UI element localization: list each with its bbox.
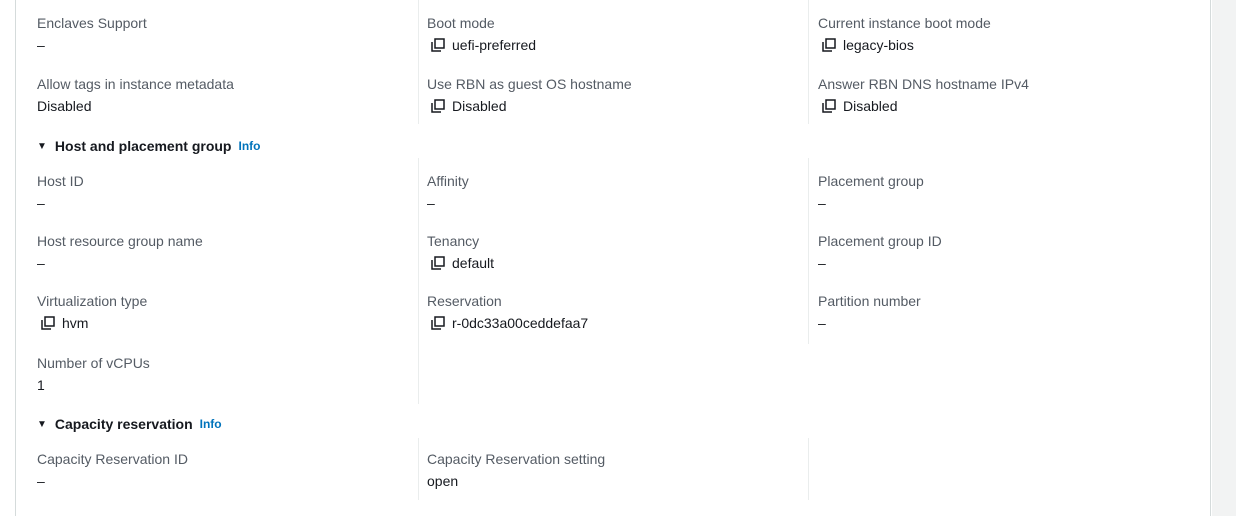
value-text: hvm bbox=[62, 315, 89, 331]
value-text: r-0dc33a00ceddefaa7 bbox=[452, 315, 589, 331]
field-value: – bbox=[37, 36, 407, 54]
value-text: default bbox=[452, 255, 495, 271]
placement-group-field: Placement group – bbox=[818, 172, 1188, 212]
column-divider bbox=[808, 158, 809, 344]
page-gutter bbox=[1212, 0, 1236, 516]
host-id-field: Host ID – bbox=[37, 172, 407, 212]
field-value: Disabled bbox=[427, 97, 797, 115]
host-placement-section-header[interactable]: ▼ Host and placement group Info bbox=[37, 138, 260, 154]
field-value: default bbox=[427, 254, 797, 272]
current-boot-mode-field: Current instance boot mode legacy-bios bbox=[818, 14, 1188, 54]
value-text: legacy-bios bbox=[843, 37, 914, 53]
value-text: – bbox=[37, 473, 45, 489]
field-label: Placement group ID bbox=[818, 233, 942, 249]
field-value: legacy-bios bbox=[818, 36, 1188, 54]
value-text: 1 bbox=[37, 377, 45, 393]
caret-down-icon[interactable]: ▼ bbox=[37, 419, 47, 430]
value-text: – bbox=[37, 255, 45, 271]
answer-rbn-field: Answer RBN DNS hostname IPv4 Disabled bbox=[818, 75, 1188, 115]
field-value: – bbox=[818, 254, 1188, 272]
field-value: open bbox=[427, 472, 797, 490]
field-label: Host ID bbox=[37, 173, 84, 189]
field-value: Disabled bbox=[818, 97, 1188, 115]
field-value: r-0dc33a00ceddefaa7 bbox=[427, 314, 797, 332]
copy-icon[interactable] bbox=[822, 99, 836, 113]
field-value: hvm bbox=[37, 314, 407, 332]
field-value: – bbox=[37, 194, 407, 212]
field-value: – bbox=[37, 472, 407, 490]
vcpus-field: Number of vCPUs 1 bbox=[37, 354, 407, 394]
affinity-field: Affinity – bbox=[427, 172, 797, 212]
partition-number-field: Partition number – bbox=[818, 292, 1188, 332]
copy-icon[interactable] bbox=[431, 99, 445, 113]
copy-icon[interactable] bbox=[431, 316, 445, 330]
virtualization-type-field: Virtualization type hvm bbox=[37, 292, 407, 332]
capacity-reservation-section-header[interactable]: ▼ Capacity reservation Info bbox=[37, 416, 222, 432]
capacity-reservation-id-field: Capacity Reservation ID – bbox=[37, 450, 407, 490]
copy-icon[interactable] bbox=[431, 38, 445, 52]
field-label: Allow tags in instance metadata bbox=[37, 76, 234, 92]
tenancy-field: Tenancy default bbox=[427, 232, 797, 272]
reservation-field: Reservation r-0dc33a00ceddefaa7 bbox=[427, 292, 797, 332]
section-title: Capacity reservation bbox=[54, 416, 193, 432]
column-divider bbox=[418, 0, 419, 124]
field-value: – bbox=[427, 194, 797, 212]
value-text: open bbox=[427, 473, 459, 489]
field-label: Number of vCPUs bbox=[37, 355, 150, 371]
copy-icon[interactable] bbox=[431, 256, 445, 270]
field-label: Boot mode bbox=[427, 15, 495, 31]
column-divider bbox=[808, 438, 809, 500]
value-text: – bbox=[427, 195, 435, 211]
field-label: Enclaves Support bbox=[37, 15, 147, 31]
info-link[interactable]: Info bbox=[238, 139, 260, 153]
boot-mode-field: Boot mode uefi-preferred bbox=[427, 14, 797, 54]
column-divider bbox=[418, 438, 419, 500]
info-link[interactable]: Info bbox=[200, 417, 222, 431]
enclaves-support-field: Enclaves Support – bbox=[37, 14, 407, 54]
host-resource-group-field: Host resource group name – bbox=[37, 232, 407, 272]
value-text: – bbox=[818, 315, 826, 331]
use-rbn-field: Use RBN as guest OS hostname Disabled bbox=[427, 75, 797, 115]
value-text: – bbox=[37, 195, 45, 211]
field-label: Placement group bbox=[818, 173, 924, 189]
field-label: Current instance boot mode bbox=[818, 15, 991, 31]
value-text: Disabled bbox=[843, 98, 898, 114]
field-label: Virtualization type bbox=[37, 293, 148, 309]
field-value: Disabled bbox=[37, 97, 407, 115]
field-label: Answer RBN DNS hostname IPv4 bbox=[818, 76, 1029, 92]
field-label: Tenancy bbox=[427, 233, 480, 249]
value-text: Disabled bbox=[37, 98, 92, 114]
field-label: Capacity Reservation setting bbox=[427, 451, 606, 467]
field-label: Capacity Reservation ID bbox=[37, 451, 188, 467]
capacity-reservation-setting-field: Capacity Reservation setting open bbox=[427, 450, 797, 490]
field-label: Reservation bbox=[427, 293, 502, 309]
copy-icon[interactable] bbox=[822, 38, 836, 52]
value-text: – bbox=[818, 255, 826, 271]
field-label: Affinity bbox=[427, 173, 469, 189]
value-text: – bbox=[818, 195, 826, 211]
field-label: Host resource group name bbox=[37, 233, 203, 249]
field-label: Partition number bbox=[818, 293, 921, 309]
field-value: 1 bbox=[37, 376, 407, 394]
section-title: Host and placement group bbox=[54, 138, 232, 154]
placement-group-id-field: Placement group ID – bbox=[818, 232, 1188, 272]
column-divider bbox=[808, 0, 809, 124]
column-divider bbox=[418, 158, 419, 404]
field-value: – bbox=[818, 194, 1188, 212]
value-text: – bbox=[37, 37, 45, 53]
allow-tags-field: Allow tags in instance metadata Disabled bbox=[37, 75, 407, 115]
field-label: Use RBN as guest OS hostname bbox=[427, 76, 632, 92]
value-text: Disabled bbox=[452, 98, 507, 114]
caret-down-icon[interactable]: ▼ bbox=[37, 141, 47, 152]
field-value: – bbox=[818, 314, 1188, 332]
field-value: – bbox=[37, 254, 407, 272]
value-text: uefi-preferred bbox=[452, 37, 537, 53]
copy-icon[interactable] bbox=[41, 316, 55, 330]
field-value: uefi-preferred bbox=[427, 36, 797, 54]
